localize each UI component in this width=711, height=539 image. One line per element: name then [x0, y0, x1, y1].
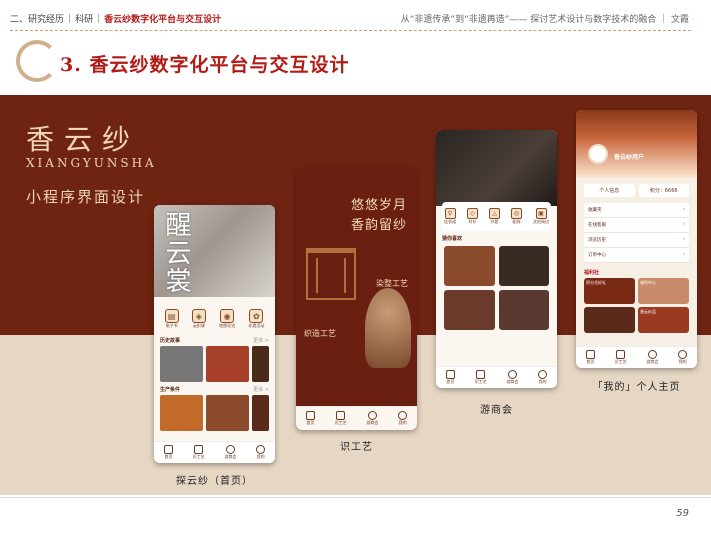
perk-card[interactable]: 积分兑好礼	[584, 278, 635, 304]
tab-craft[interactable]: 识工艺	[335, 411, 347, 426]
craft-headline: 悠悠岁月 香韵留纱	[350, 198, 407, 233]
ebook-icon[interactable]: ▤ 电子书	[164, 309, 179, 329]
shirt-icon[interactable]: ◇ 衬衫	[467, 208, 478, 225]
recommend-head: 猜你喜欢	[442, 236, 463, 242]
tab-market[interactable]: 游商会	[224, 445, 236, 460]
history-section-head: 历史故事 更多 >	[160, 337, 269, 344]
product-card[interactable]	[444, 290, 495, 330]
caption-profile: 「我的」个人主页	[592, 382, 681, 393]
home-icon-row: ▤ 电子书 ◈ 云织课 ◉ 地图导览 ✿ 非遗活动	[154, 297, 275, 333]
history-thumbs	[154, 346, 275, 382]
tab-craft[interactable]: 识工艺	[615, 350, 627, 365]
loom-illustration	[306, 248, 356, 300]
points-badge[interactable]: 积分：6666	[638, 184, 689, 197]
tab-home[interactable]: 首页	[585, 350, 595, 365]
tab-craft[interactable]: 识工艺	[193, 445, 205, 460]
crumb-science: 科研	[75, 15, 94, 25]
home-hero-image: 醒云裳	[154, 205, 275, 297]
dress-icon[interactable]: ♀ 连衣裙	[444, 208, 456, 225]
profile-menu: 收藏夹 › 在线客服 › 浏览历史 › 订单中心 ›	[584, 203, 689, 263]
course-icon[interactable]: ◈ 云织课	[191, 309, 206, 329]
tab-me[interactable]: 我的	[678, 350, 688, 365]
tab-craft[interactable]: 识工艺	[475, 370, 487, 385]
crumb-sep: |	[68, 13, 72, 24]
crumb-sep: |	[97, 13, 101, 24]
product-card[interactable]	[444, 246, 495, 286]
market-hero-image	[436, 130, 557, 206]
tab-market[interactable]: 游商会	[646, 350, 658, 365]
caption-home: 探云纱（首页）	[176, 476, 253, 487]
menu-item-orders[interactable]: 订单中心 ›	[584, 248, 689, 263]
tab-me[interactable]: 我的	[538, 370, 548, 385]
perk-grid: 积分兑好礼 福利中心 香云纱品	[576, 278, 697, 333]
production-section-head: 生产条件 更多 >	[160, 386, 269, 393]
crumb-current: 香云纱数字化平台与交互设计	[104, 15, 222, 25]
brand-subtitle: 小程序界面设计	[26, 188, 146, 206]
section-title: 3. 香云纱数字化平台与交互设计	[60, 50, 349, 77]
menu-item-favorites[interactable]: 收藏夹 ›	[584, 203, 689, 218]
production-thumbs	[154, 395, 275, 431]
coat-icon[interactable]: △ 外套	[489, 208, 500, 225]
seal-icon	[16, 40, 58, 82]
accessory-icon[interactable]: ◎ 配饰	[511, 208, 522, 225]
tab-me[interactable]: 我的	[256, 445, 266, 460]
menu-item-service[interactable]: 在线客服 ›	[584, 218, 689, 233]
product-card[interactable]	[498, 246, 549, 286]
tab-bar: 首页 识工艺 游商会 我的	[436, 366, 557, 388]
perk-card[interactable]: 福利中心	[638, 278, 689, 304]
tab-home[interactable]: 首页	[445, 370, 455, 385]
home-hero-text: 醒云裳	[161, 211, 191, 295]
phone-home: 醒云裳 ▤ 电子书 ◈ 云织课 ◉ 地图导览 ✿ 非遗活动 历史故事 更多 > 生产条件更…	[154, 205, 275, 463]
event-icon[interactable]: ✿ 非遗活动	[248, 309, 264, 329]
tab-me[interactable]: 我的	[398, 411, 408, 426]
tab-bar: 首页 识工艺 游商会 我的	[576, 346, 697, 368]
personal-info-button[interactable]: 个人信息	[584, 184, 635, 197]
avatar[interactable]	[588, 144, 608, 164]
more-link[interactable]: 更多 >	[253, 386, 269, 393]
profile-chips: 个人信息 积分：6666	[576, 178, 697, 203]
product-card[interactable]	[498, 290, 549, 330]
user-name: 香云纱用户	[614, 154, 645, 161]
tab-home[interactable]: 首页	[163, 445, 173, 460]
list-item[interactable]	[205, 395, 249, 431]
perk-card[interactable]: 香云纱品	[638, 307, 689, 333]
gift-icon[interactable]: ▣ 文创周边	[533, 208, 549, 225]
breadcrumb: 二、研究经历 | 科研 | 香云纱数字化平台与交互设计	[10, 12, 222, 26]
header-divider	[10, 30, 691, 31]
tab-home[interactable]: 首页	[305, 411, 315, 426]
header-subtitle: 从“非遗传承”到“非遗再造”—— 探讨艺术设计与数字技术的融合 ｜ 文霞	[400, 15, 689, 25]
section-title-text: 香云纱数字化平台与交互设计	[89, 54, 350, 76]
perk-title: 福利社	[584, 270, 600, 276]
dye-illustration	[365, 288, 411, 368]
tab-bar: 首页 识工艺 游商会 我的	[296, 406, 417, 430]
map-icon[interactable]: ◉ 地图导览	[219, 309, 235, 329]
product-grid	[436, 244, 557, 332]
category-icons: ♀ 连衣裙 ◇ 衬衫 △ 外套 ◎ 配饰 ▣ 文创周边	[442, 202, 551, 231]
phone-market: ♀ 连衣裙 ◇ 衬衫 △ 外套 ◎ 配饰 ▣ 文创周边 猜你喜欢 首页 识工艺 游商会 我…	[436, 130, 557, 388]
phone-profile: 香云纱用户 个人信息 积分：6666 收藏夹 › 在线客服 › 浏览历史 › 订单中心…	[576, 110, 697, 368]
tab-market[interactable]: 游商会	[506, 370, 518, 385]
label-weave[interactable]: 织造工艺	[304, 328, 336, 339]
tab-market[interactable]: 游商会	[366, 411, 378, 426]
menu-item-history[interactable]: 浏览历史 ›	[584, 233, 689, 248]
page-number: 59	[676, 508, 689, 519]
list-item[interactable]	[160, 346, 203, 382]
more-link[interactable]: 更多 >	[253, 337, 269, 344]
phone-craft: 悠悠岁月 香韵留纱 染整工艺 织造工艺 首页 识工艺 游商会 我的	[296, 168, 417, 430]
list-item[interactable]	[251, 346, 270, 382]
brand-name-en: XIANGYUNSHA	[26, 156, 157, 170]
list-item[interactable]	[251, 395, 270, 431]
section-number: 3.	[60, 54, 82, 76]
caption-craft: 识工艺	[340, 442, 373, 453]
label-dye[interactable]: 染整工艺	[376, 278, 408, 289]
list-item[interactable]	[160, 395, 203, 431]
caption-market: 游商会	[480, 405, 513, 416]
list-item[interactable]	[205, 346, 249, 382]
brand-name: 香云纱	[26, 123, 141, 156]
footer-divider	[0, 497, 711, 498]
perk-card[interactable]	[584, 307, 635, 333]
tab-bar: 首页 识工艺 游商会 我的	[154, 441, 275, 463]
crumb-research: 二、研究经历	[10, 15, 65, 25]
